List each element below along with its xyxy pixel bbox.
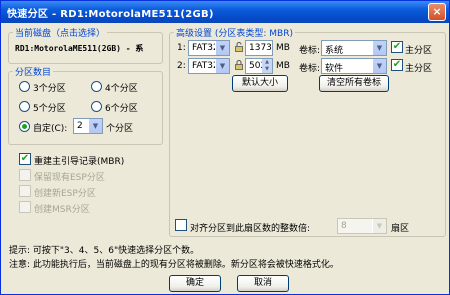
chevron-down-icon: ▼	[88, 119, 102, 133]
row2-size-input[interactable]: 502 ▲ ▼	[245, 58, 273, 74]
custom-partitions-label: 自定(C):	[33, 124, 68, 134]
rebuild-mbr-label: 重建主引导记录(MBR)	[34, 157, 125, 167]
custom-partitions-suffix: 个分区	[106, 124, 134, 134]
quick-partition-dialog: 快速分区 - RD1:MotorolaME511(2GB) × 当前磁盘（点击选…	[0, 0, 450, 295]
chevron-down-icon: ▼	[372, 219, 386, 233]
advanced-settings-legend: 高级设置 (分区表类型: MBR)	[176, 29, 293, 39]
lock-icon[interactable]	[235, 60, 243, 70]
create-msr-label: 创建MSR分区	[34, 205, 90, 215]
radio-custom-partitions[interactable]	[19, 121, 30, 132]
ok-button[interactable]: 确定	[169, 275, 221, 292]
current-disk-selector[interactable]: RD1:MotorolaME511(2GB) - 系	[15, 43, 160, 54]
align-sectors-unit: 扇区	[391, 224, 410, 234]
create-esp-label: 创建新ESP分区	[34, 189, 96, 199]
default-size-button[interactable]: 默认大小	[232, 75, 288, 92]
chevron-down-icon: ▼	[372, 41, 386, 55]
chevron-down-icon: ▼	[215, 59, 229, 73]
row2-volume-label-value: 软件	[325, 64, 344, 74]
row1-filesystem-select[interactable]: FAT32 ▼	[188, 40, 230, 56]
align-partitions-checkbox[interactable]	[175, 219, 187, 231]
row2-primary-label: 主分区	[405, 64, 433, 74]
row2-primary-checkbox[interactable]: ✔	[391, 59, 403, 71]
current-disk-legend: 当前磁盘（点击选择）	[15, 29, 106, 39]
row1-primary-checkbox[interactable]: ✔	[391, 41, 403, 53]
create-msr-checkbox[interactable]	[19, 201, 31, 213]
radio-6-partitions-label: 6个分区	[105, 104, 138, 114]
row1-size-value: 1373	[249, 43, 272, 53]
align-sectors-select[interactable]: 8 ▼	[337, 218, 387, 234]
close-button[interactable]: ×	[428, 3, 446, 21]
rebuild-mbr-checkbox[interactable]: ✔	[19, 153, 31, 165]
hint-warning: 注意: 此功能执行后，当前磁盘上的现有分区将被删除。新分区将会被快速格式化。	[9, 260, 339, 270]
keep-esp-label: 保留现有ESP分区	[34, 173, 105, 183]
radio-4-partitions[interactable]	[91, 81, 102, 92]
radio-4-partitions-label: 4个分区	[105, 84, 138, 94]
row1-volume-label-select[interactable]: 系统 ▼	[321, 40, 387, 56]
row2-size-unit: MB	[276, 61, 290, 71]
radio-6-partitions[interactable]	[91, 101, 102, 112]
row2-volume-label-select[interactable]: 软件 ▼	[321, 58, 387, 74]
custom-partition-count-value: 2	[77, 121, 83, 131]
align-partitions-label: 对齐分区到此扇区数的整数倍:	[190, 224, 311, 234]
row1-volume-label-caption: 卷标:	[299, 46, 321, 56]
row1-size-input[interactable]: 1373	[245, 40, 273, 56]
row1-volume-label-value: 系统	[325, 46, 344, 56]
title-bar[interactable]: 快速分区 - RD1:MotorolaME511(2GB) ×	[1, 1, 449, 23]
row1-primary-label: 主分区	[405, 46, 433, 56]
radio-5-partitions-label: 5个分区	[33, 104, 66, 114]
hint-tip: 提示: 可按下"3、4、5、6"快速选择分区个数。	[9, 246, 200, 256]
custom-partition-count-select[interactable]: 2 ▼	[73, 118, 103, 134]
row2-volume-label-caption: 卷标:	[299, 64, 321, 74]
row2-filesystem-select[interactable]: FAT32 ▼	[188, 58, 230, 74]
row1-index: 1:	[177, 43, 186, 53]
align-sectors-value: 8	[341, 221, 347, 231]
partition-count-legend: 分区数目	[15, 68, 52, 78]
clear-volume-labels-button[interactable]: 清空所有卷标	[319, 75, 389, 92]
row2-index: 2:	[177, 61, 186, 71]
chevron-down-icon: ▼	[215, 41, 229, 55]
radio-3-partitions-label: 3个分区	[33, 84, 66, 94]
size-spinner-icon[interactable]: ▲ ▼	[262, 59, 272, 73]
cancel-button[interactable]: 取消	[237, 275, 289, 292]
create-esp-checkbox[interactable]	[19, 185, 31, 197]
keep-esp-checkbox[interactable]	[19, 169, 31, 181]
radio-3-partitions[interactable]	[19, 81, 30, 92]
chevron-down-icon: ▼	[372, 59, 386, 73]
window-title: 快速分区 - RD1:MotorolaME511(2GB)	[7, 9, 214, 20]
row1-size-unit: MB	[276, 43, 290, 53]
unlock-icon[interactable]	[235, 42, 243, 52]
radio-5-partitions[interactable]	[19, 101, 30, 112]
